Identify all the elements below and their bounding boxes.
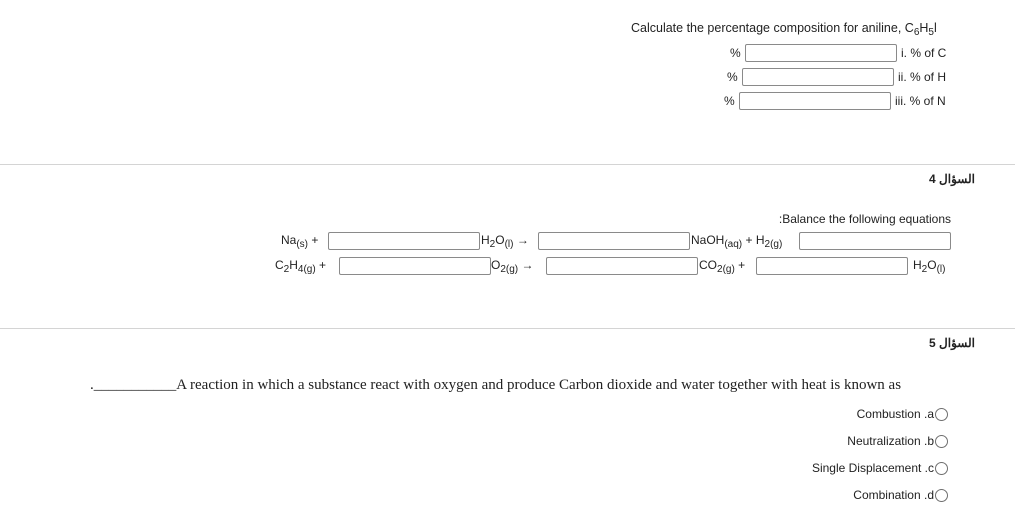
- percent-carbon-label: i. % of C: [901, 46, 947, 60]
- question-3-prompt: Calculate the percentage composition for…: [631, 21, 937, 38]
- state-subscript: (g): [505, 264, 519, 275]
- percent-nitrogen-input[interactable]: [739, 92, 891, 110]
- formula-text: H: [289, 258, 298, 272]
- state-subscript: (g): [770, 239, 783, 250]
- reaction-arrow: →: [521, 258, 534, 272]
- reaction-arrow: →: [516, 233, 529, 247]
- eq2-product1: CO2(g) +: [699, 258, 746, 275]
- radio-button[interactable]: [935, 489, 948, 502]
- eq2-coefficient-input-3[interactable]: [756, 257, 908, 275]
- option-label: Combination .d: [853, 488, 934, 502]
- eq2-coefficient-input-1[interactable]: [339, 257, 491, 275]
- eq2-reactant1: C2H4(g) +: [275, 258, 327, 275]
- plus-sign: +: [311, 233, 319, 247]
- divider: [0, 328, 1015, 329]
- eq2-coefficient-input-2[interactable]: [546, 257, 698, 275]
- percent-unit-h: %: [727, 70, 738, 84]
- option-label: Single Displacement .c: [811, 461, 934, 475]
- eq1-coefficient-input-3[interactable]: [799, 232, 951, 250]
- radio-button[interactable]: [935, 435, 948, 448]
- eq2-reactant2: O2(g) →: [491, 258, 534, 275]
- question-5-prompt: .___________A reaction in which a substa…: [90, 377, 901, 394]
- formula-text: l: [933, 21, 937, 35]
- percent-nitrogen-label: iii. % of N: [895, 94, 946, 108]
- plus-sign: +: [745, 233, 753, 247]
- state-subscript: (aq): [724, 239, 743, 250]
- answer-blank: .___________: [90, 377, 177, 393]
- option-label: Neutralization .b: [847, 434, 934, 448]
- formula-text: Na: [281, 233, 297, 247]
- eq2-product2: H2O(l): [913, 258, 946, 275]
- percent-carbon-input[interactable]: [745, 44, 897, 62]
- formula-text: H: [913, 258, 922, 272]
- plus-sign: +: [319, 258, 327, 272]
- formula-text: H: [755, 233, 765, 247]
- option-label: Combustion .a: [856, 407, 934, 421]
- formula-text: NaOH: [691, 233, 725, 247]
- eq1-products: NaOH(aq) + H2(g): [691, 233, 783, 250]
- state-subscript: (g): [303, 264, 316, 275]
- divider: [0, 164, 1015, 165]
- balance-instruction: :Balance the following equations: [778, 212, 951, 226]
- percent-hydrogen-label: ii. % of H: [898, 70, 947, 84]
- percent-unit-n: %: [724, 94, 735, 108]
- formula-text: C: [275, 258, 284, 272]
- question-4-header: السؤال 4: [929, 172, 975, 186]
- state-subscript: (s): [296, 239, 309, 250]
- question-5-header: السؤال 5: [929, 336, 975, 350]
- formula-text: O: [927, 258, 937, 272]
- prompt-text: Calculate the percentage composition for…: [631, 21, 914, 35]
- state-subscript: (g): [722, 264, 735, 275]
- radio-button[interactable]: [935, 408, 948, 421]
- percent-unit-c: %: [730, 46, 741, 60]
- state-subscript: (l): [504, 239, 514, 250]
- state-subscript: (l): [936, 264, 946, 275]
- plus-sign: +: [738, 258, 746, 272]
- prompt-text: A reaction in which a substance react wi…: [176, 377, 902, 393]
- formula-text: O: [495, 233, 505, 247]
- eq1-reactant2: H2O(l) →: [481, 233, 529, 250]
- eq1-reactant1: Na(s) +: [281, 233, 319, 250]
- formula-text: H: [481, 233, 490, 247]
- eq1-coefficient-input-1[interactable]: [328, 232, 480, 250]
- radio-button[interactable]: [935, 462, 948, 475]
- eq1-coefficient-input-2[interactable]: [538, 232, 690, 250]
- formula-text: CO: [699, 258, 717, 272]
- formula-text: O: [491, 258, 501, 272]
- percent-hydrogen-input[interactable]: [742, 68, 894, 86]
